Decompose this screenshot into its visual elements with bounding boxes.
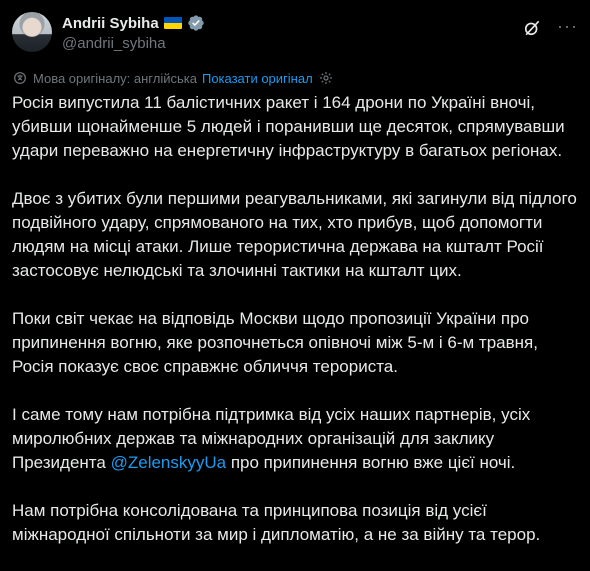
ukraine-flag-icon [163, 17, 182, 29]
paragraph-5: Нам потрібна консолідована та принципова… [12, 501, 541, 544]
author-name[interactable]: Andrii Sybiha [62, 15, 159, 32]
tweet-body: Росія випустила 11 балістичних ракет і 1… [12, 91, 578, 571]
translation-source-text: Мова оригіналу: англійська [33, 70, 197, 86]
name-row: Andrii Sybiha [62, 13, 205, 33]
show-original-link[interactable]: Показати оригінал [202, 71, 313, 86]
more-options-icon[interactable]: ··· [557, 16, 578, 37]
paragraph-4-after: про припинення вогню вже цієї ночі. [226, 453, 516, 472]
author-handle[interactable]: @andrii_sybiha [62, 35, 205, 52]
tweet-header: Andrii Sybiha @andrii_sybiha ··· [12, 12, 578, 56]
paragraph-4: І саме тому нам потрібна підтримка від у… [12, 403, 578, 475]
mention-link[interactable]: @ZelenskyyUa [111, 453, 227, 472]
grok-icon[interactable] [522, 18, 542, 38]
avatar[interactable] [12, 12, 52, 52]
translate-icon [14, 72, 26, 84]
settings-gear-icon[interactable] [318, 70, 334, 86]
author-block: Andrii Sybiha @andrii_sybiha [62, 13, 205, 52]
verified-badge-icon[interactable] [187, 14, 205, 32]
paragraph-1: Росія випустила 11 балістичних ракет і 1… [12, 93, 565, 160]
paragraph-2: Двоє з убитих були першими реагувальника… [12, 189, 577, 280]
paragraph-3: Поки світ чекає на відповідь Москви щодо… [12, 309, 538, 376]
translation-row: Мова оригіналу: англійська Показати ориг… [12, 69, 334, 87]
